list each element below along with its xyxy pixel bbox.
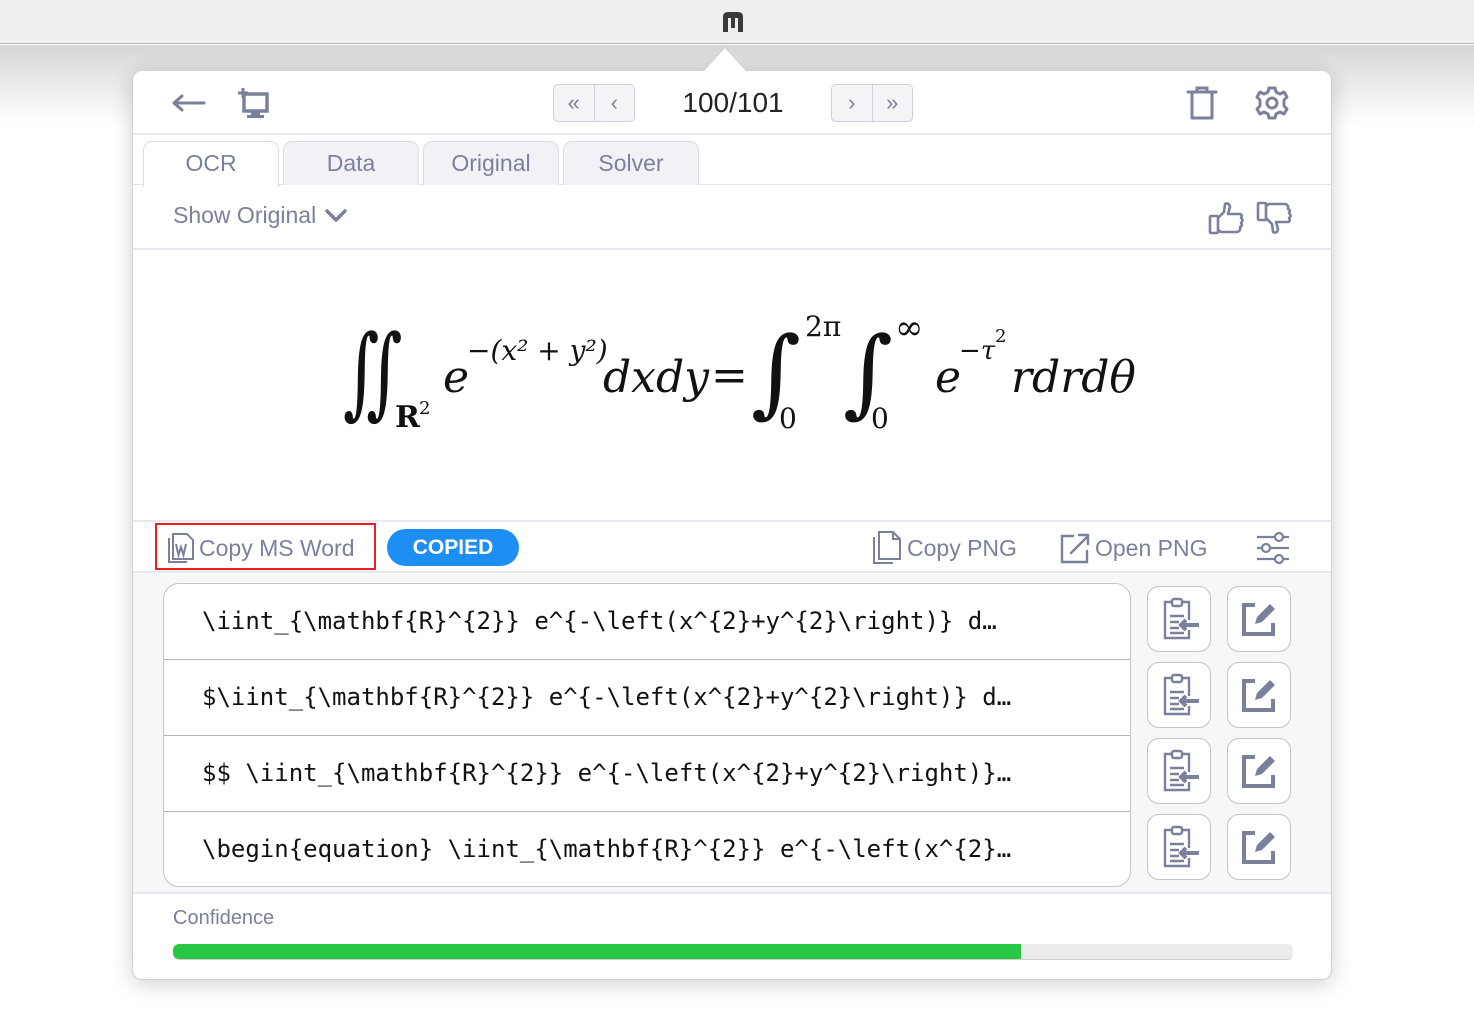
copy-ms-word-button[interactable]: Copy MS Word [167, 531, 355, 565]
prev-page-button[interactable]: ‹ [593, 85, 635, 121]
copy-format-button-2[interactable] [1147, 662, 1211, 728]
mathpix-tray-icon[interactable] [719, 8, 747, 36]
copied-badge: COPIED [387, 529, 519, 566]
copy-format-button-3[interactable] [1147, 738, 1211, 804]
action-bar: Copy MS Word COPIED Copy PNG Open PNG [133, 523, 1331, 573]
lhs-exponent: −(x² + y²) [467, 334, 608, 367]
mathpix-popover: « ‹ 100/101 › » OCR Data Original Solver… [132, 48, 1332, 980]
arrow-left-icon [172, 94, 206, 112]
rendered-formula: ∬ R 2 e −(x² + y²) dxdy = ∫ 2π 0 ∫ ∞ 0 e… [343, 308, 1143, 452]
delete-button[interactable] [1183, 85, 1221, 121]
clipboard-paste-icon [1163, 749, 1199, 792]
confidence-bar-fill [173, 944, 1021, 959]
thumbs-up-icon [1208, 202, 1244, 235]
clipboard-paste-icon [1163, 597, 1199, 640]
double-integral-sign: ∬ [343, 313, 403, 430]
thumbs-down-button[interactable] [1255, 200, 1295, 236]
edit-icon [1242, 679, 1275, 712]
rendered-formula-area: ∬ R 2 e −(x² + y²) dxdy = ∫ 2π 0 ∫ ∞ 0 e… [133, 252, 1331, 522]
thumbs-down-icon [1256, 201, 1292, 234]
copy-ms-word-label: Copy MS Word [199, 534, 355, 561]
clipboard-paste-icon [1163, 825, 1199, 868]
integral-1-upper: 2π [805, 310, 842, 343]
open-png-button[interactable]: Open PNG [1059, 531, 1208, 565]
format-row-inline-math[interactable]: $\iint_{\mathbf{R}^{2}} e^{-\left(x^{2}+… [164, 660, 1130, 736]
copy-png-button[interactable]: Copy PNG [871, 531, 1017, 565]
show-original-label: Show Original [173, 202, 317, 228]
tab-ocr[interactable]: OCR [143, 141, 279, 187]
format-row-latex[interactable]: \iint_{\mathbf{R}^{2}} e^{-\left(x^{2}+y… [164, 584, 1130, 660]
edit-format-button-1[interactable] [1227, 586, 1291, 652]
rhs-tail: rdrdθ [1011, 352, 1136, 403]
page-counter: 100/101 [682, 87, 784, 118]
copy-format-button-4[interactable] [1147, 814, 1211, 880]
format-row-equation[interactable]: \begin{equation} \iint_{\mathbf{R}^{2}} … [164, 812, 1130, 886]
next-page-button[interactable]: › [832, 85, 872, 121]
equals-sign: = [711, 350, 748, 401]
rhs-base: e [935, 352, 962, 403]
last-page-button[interactable]: » [871, 85, 913, 121]
lhs-base: e [443, 352, 470, 403]
lhs-differential: dxdy [603, 352, 710, 403]
edit-icon [1242, 603, 1275, 636]
show-original-toggle[interactable]: Show Original [173, 202, 348, 229]
back-button[interactable] [169, 85, 207, 121]
formats-area: \iint_{\mathbf{R}^{2}} e^{-\left(x^{2}+y… [133, 574, 1331, 894]
tab-bar: OCR Data Original Solver [133, 135, 1331, 187]
copy-png-label: Copy PNG [907, 534, 1017, 561]
first-page-button[interactable]: « [554, 85, 594, 121]
copy-format-button-1[interactable] [1147, 586, 1211, 652]
edit-icon [1242, 831, 1275, 864]
show-original-row: Show Original [133, 186, 1331, 250]
rhs-exponent: −τ [959, 336, 996, 366]
integral-2-upper: ∞ [895, 308, 924, 348]
trash-icon [1186, 86, 1218, 120]
clipboard-paste-icon [1163, 673, 1199, 716]
screen-capture-icon [238, 88, 269, 118]
chevron-down-icon [325, 208, 347, 222]
edit-format-button-4[interactable] [1227, 814, 1291, 880]
thumbs-up-button[interactable] [1207, 200, 1247, 236]
toolbar: « ‹ 100/101 › » [133, 71, 1331, 135]
format-settings-button[interactable] [1255, 531, 1291, 565]
lhs-subscript-exp: 2 [419, 398, 431, 419]
lhs-subscript: R [395, 400, 420, 435]
popover-arrow [703, 48, 747, 72]
settings-button[interactable] [1253, 85, 1291, 121]
edit-icon [1242, 755, 1275, 788]
tab-original[interactable]: Original [423, 141, 559, 185]
formats-list: \iint_{\mathbf{R}^{2}} e^{-\left(x^{2}+y… [163, 583, 1131, 887]
next-nav-group: › » [831, 84, 913, 122]
integral-1-lower: 0 [779, 402, 797, 435]
open-png-label: Open PNG [1095, 534, 1208, 561]
gear-icon [1255, 86, 1289, 120]
format-row-display-math[interactable]: $$ \iint_{\mathbf{R}^{2}} e^{-\left(x^{2… [164, 736, 1130, 812]
integral-2-lower: 0 [871, 402, 889, 435]
sliders-icon [1257, 532, 1289, 564]
edit-format-button-3[interactable] [1227, 738, 1291, 804]
screenshot-button[interactable] [235, 85, 273, 121]
tab-data[interactable]: Data [283, 141, 419, 185]
edit-format-button-2[interactable] [1227, 662, 1291, 728]
rhs-exponent-square: 2 [995, 326, 1007, 347]
copy-icon [873, 531, 901, 564]
prev-nav-group: « ‹ [553, 84, 635, 122]
confidence-label: Confidence [173, 907, 275, 929]
word-doc-icon [168, 533, 194, 563]
external-link-icon [1060, 533, 1090, 564]
tab-solver[interactable]: Solver [563, 141, 699, 185]
confidence-bar [173, 944, 1293, 960]
